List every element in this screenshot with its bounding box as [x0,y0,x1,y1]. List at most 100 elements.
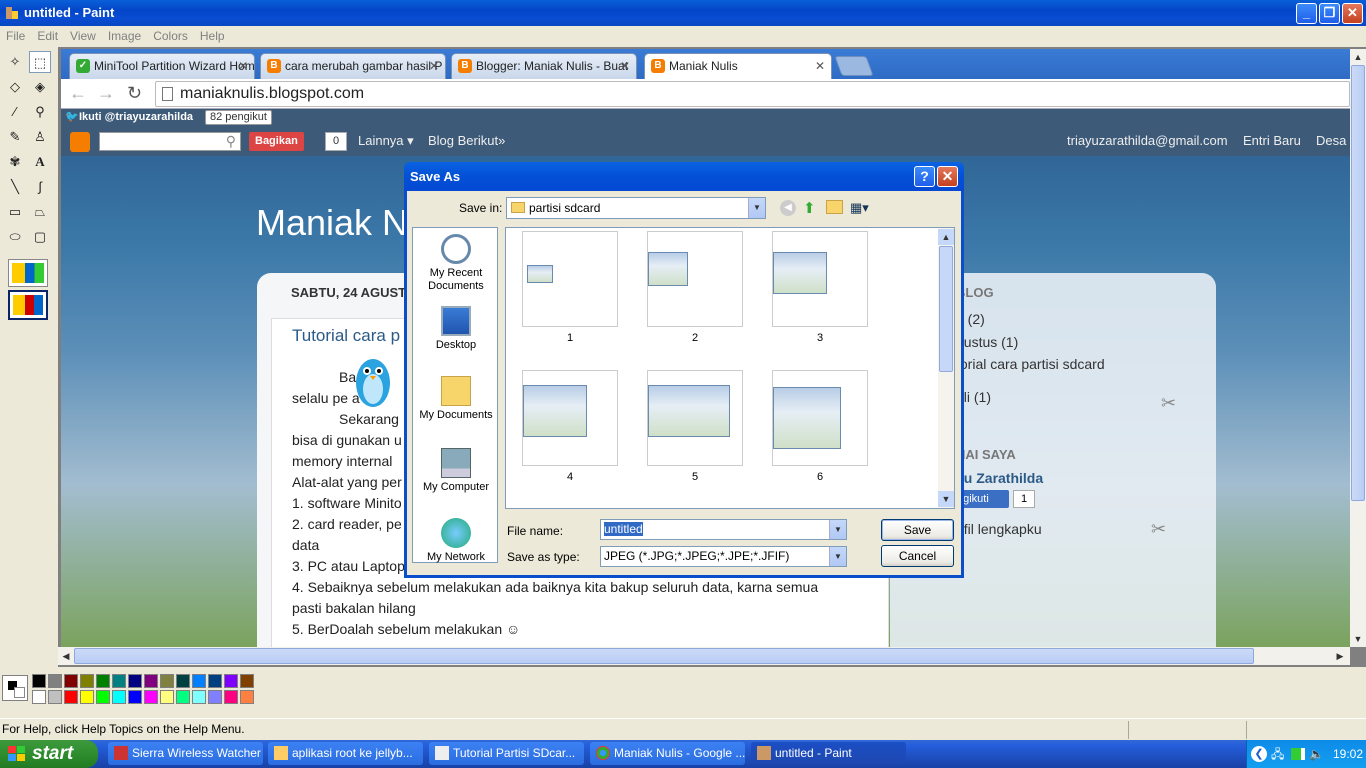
tab-close-icon[interactable]: ✕ [238,54,248,78]
place-recent-documents[interactable]: My Recent Documents [413,234,499,293]
browser-tab[interactable]: Bcara merubah gambar hasil P ✕ [260,53,446,79]
palette-swatch[interactable] [128,690,142,704]
save-in-dropdown[interactable]: partisi sdcard ▼ [506,197,766,219]
menu-colors[interactable]: Colors [147,26,194,46]
menu-view[interactable]: View [64,26,102,46]
menu-help[interactable]: Help [194,26,231,46]
close-button[interactable]: ✕ [1342,3,1363,24]
help-button[interactable]: ? [914,166,935,187]
rectangle-icon[interactable]: ▭ [4,201,26,223]
palette-swatch[interactable] [176,674,190,688]
chevron-down-icon[interactable]: ▼ [748,198,765,218]
place-my-network[interactable]: My Network [413,518,499,564]
palette-swatch[interactable] [240,690,254,704]
horizontal-scrollbar[interactable]: ◀ ▶ [58,647,1350,665]
search-icon[interactable]: ⚲ [226,126,236,156]
palette-swatch[interactable] [32,690,46,704]
file-list-scroll-thumb[interactable] [939,246,953,372]
palette-swatch[interactable] [192,674,206,688]
network-icon[interactable]: 🖧 [1271,740,1284,768]
rect-select-icon[interactable]: ⬚ [29,51,51,73]
transparent-option-icon[interactable] [8,259,48,287]
archive-item[interactable]: gustus (1) [956,334,1018,350]
post-title[interactable]: Tutorial cara p [292,326,400,346]
cancel-button[interactable]: Cancel [881,545,954,567]
brush-icon[interactable]: ♙ [29,126,51,148]
twitter-follow-link[interactable]: Ikuti @triayuzarahilda [79,111,193,123]
file-thumbnail[interactable] [772,370,868,466]
taskbar-item[interactable]: aplikasi root ke jellyb... [268,742,423,765]
chevron-down-icon[interactable]: ▼ [829,520,846,539]
eraser-icon[interactable]: ◇ [4,76,26,98]
file-thumbnail[interactable] [522,370,618,466]
palette-swatch[interactable] [48,690,62,704]
file-thumbnail[interactable] [647,231,743,327]
chevron-down-icon[interactable]: ▼ [829,547,846,566]
file-label[interactable]: 6 [772,471,868,483]
profile-link[interactable]: ofil lengkapku [956,521,1042,537]
clock[interactable]: 19:02 [1333,740,1363,768]
browser-tab-active[interactable]: B Maniak Nulis ✕ [644,53,832,79]
palette-swatch[interactable] [48,674,62,688]
palette-swatch[interactable] [208,690,222,704]
magnifier-icon[interactable]: ⚲ [29,101,51,123]
taskbar-item[interactable]: Tutorial Partisi SDcar... [429,742,584,765]
text-icon[interactable]: A [29,151,51,173]
taskbar-item-active[interactable]: untitled - Paint [751,742,906,765]
current-colors[interactable] [2,675,28,701]
new-folder-icon[interactable] [826,200,843,214]
taskbar-item[interactable]: Sierra Wireless Watcher [108,742,263,765]
file-label[interactable]: 1 [522,332,618,344]
gplus-share-button[interactable]: Bagikan [249,132,304,151]
palette-swatch[interactable] [160,674,174,688]
palette-swatch[interactable] [112,674,126,688]
file-thumbnail[interactable] [522,231,618,327]
file-name-input[interactable]: untitled ▼ [600,519,847,540]
place-desktop[interactable]: Desktop [413,306,499,352]
browser-tab[interactable]: ✓ MiniTool Partition Wizard Hom ✕ [69,53,255,79]
taskbar-item[interactable]: Maniak Nulis - Google ... [590,742,745,765]
pencil-icon[interactable]: ✎ [4,126,26,148]
tab-close-icon[interactable]: ✕ [429,54,439,78]
volume-icon[interactable]: 🔈 [1309,740,1324,768]
line-icon[interactable]: ╲ [4,176,26,198]
airbrush-icon[interactable]: ✾ [4,151,26,173]
file-label[interactable]: 4 [522,471,618,483]
palette-swatch[interactable] [208,674,222,688]
file-label[interactable]: 3 [772,332,868,344]
design-link[interactable]: Desa [1316,126,1346,156]
start-button[interactable]: start [0,740,98,768]
back-icon[interactable]: ← [69,83,87,104]
more-menu[interactable]: Lainnya ▾ [358,126,414,156]
blog-title[interactable]: Maniak Nu [256,202,428,244]
file-thumbnail[interactable] [772,231,868,327]
palette-swatch[interactable] [144,674,158,688]
file-list-scrollbar[interactable]: ▲ ▼ [938,228,954,508]
palette-swatch[interactable] [96,674,110,688]
signal-icon[interactable] [1291,748,1305,760]
forward-icon[interactable]: → [97,83,115,104]
palette-swatch[interactable] [64,690,78,704]
tab-close-icon[interactable]: ✕ [620,54,630,78]
palette-swatch[interactable] [144,690,158,704]
save-button[interactable]: Save [881,519,954,541]
file-label[interactable]: 2 [647,332,743,344]
horizontal-scroll-thumb[interactable] [74,648,1254,664]
blogger-logo-icon[interactable] [70,132,90,152]
tools-icon[interactable]: ✂ [1161,393,1176,414]
palette-swatch[interactable] [240,674,254,688]
place-my-documents[interactable]: My Documents [413,376,499,422]
new-post-link[interactable]: Entri Baru [1243,126,1301,156]
curve-icon[interactable]: ∫ [29,176,51,198]
tab-close-icon[interactable]: ✕ [815,54,825,78]
new-tab-button[interactable] [834,56,874,76]
scroll-down-icon[interactable]: ▼ [938,491,954,507]
vertical-scroll-thumb[interactable] [1351,65,1365,501]
palette-swatch[interactable] [160,690,174,704]
next-blog-link[interactable]: Blog Berikut» [428,126,505,156]
scroll-right-icon[interactable]: ▶ [1332,648,1348,664]
menu-edit[interactable]: Edit [31,26,64,46]
place-my-computer[interactable]: My Computer [413,448,499,494]
rounded-rect-icon[interactable]: ▢ [29,226,51,248]
palette-swatch[interactable] [176,690,190,704]
